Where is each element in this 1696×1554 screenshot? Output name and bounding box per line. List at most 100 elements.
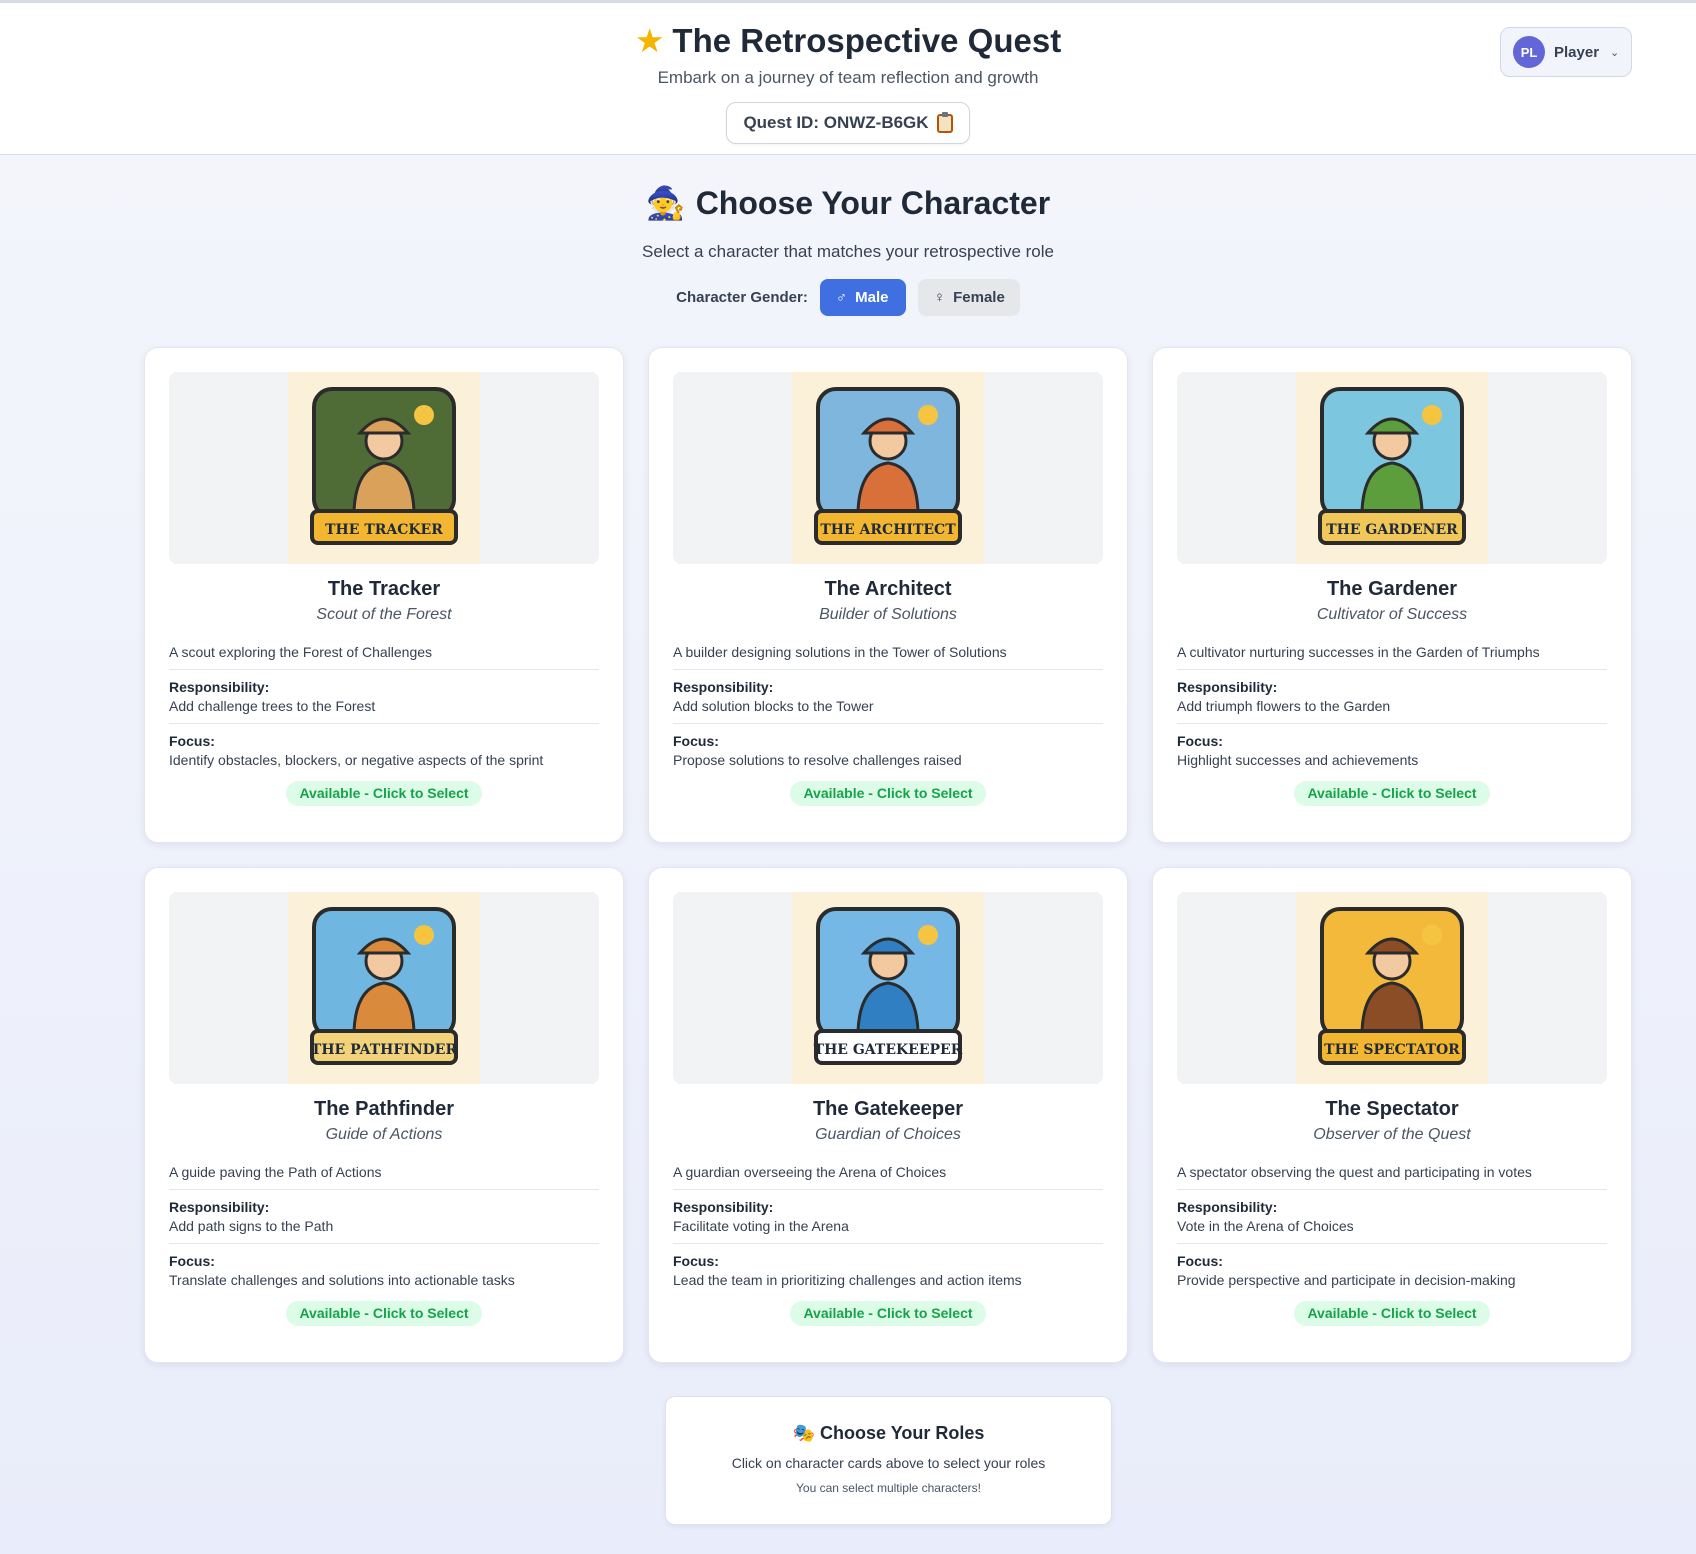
section-title: 🧙 Choose Your Character bbox=[0, 184, 1696, 222]
focus-value: Identify obstacles, blockers, or negativ… bbox=[169, 752, 544, 768]
gender-selector: Character Gender: ♂ Male ♀ Female bbox=[0, 279, 1696, 316]
section-subtitle: Select a character that matches your ret… bbox=[642, 242, 1054, 261]
roles-title: 🎭 Choose Your Roles bbox=[666, 1423, 1111, 1444]
gender-male-label: Male bbox=[855, 289, 889, 306]
focus-label: Focus: bbox=[673, 1253, 719, 1269]
character-card-architect[interactable]: THE ARCHITECT The Architect Builder of S… bbox=[648, 347, 1128, 843]
character-role: Guide of Actions bbox=[325, 1126, 443, 1143]
app-title: ★ The Retrospective Quest bbox=[0, 21, 1696, 60]
focus-label: Focus: bbox=[673, 733, 719, 749]
roles-title-text: Choose Your Roles bbox=[820, 1423, 985, 1443]
avatar: PL bbox=[1513, 36, 1545, 68]
focus-label: Focus: bbox=[169, 1253, 215, 1269]
focus-value: Provide perspective and participate in d… bbox=[1177, 1272, 1516, 1288]
character-description: A builder designing solutions in the Tow… bbox=[673, 644, 1103, 670]
status-badge[interactable]: Available - Click to Select bbox=[1294, 1301, 1490, 1326]
character-portrait: THE PATHFINDER bbox=[288, 892, 480, 1084]
responsibility-value: Add triumph flowers to the Garden bbox=[1177, 698, 1391, 714]
character-card-spectator[interactable]: THE SPECTATOR The Spectator Observer of … bbox=[1152, 867, 1632, 1363]
status-wrap: Available - Click to Select bbox=[169, 1301, 599, 1326]
character-description: A spectator observing the quest and part… bbox=[1177, 1164, 1607, 1190]
character-card-gatekeeper[interactable]: THE GATEKEEPER The Gatekeeper Guardian o… bbox=[648, 867, 1128, 1363]
female-icon: ♀ bbox=[933, 289, 946, 306]
status-badge[interactable]: Available - Click to Select bbox=[790, 1301, 986, 1326]
quest-id-button[interactable]: Quest ID: ONWZ-B6GK bbox=[726, 102, 970, 144]
gender-male-button[interactable]: ♂ Male bbox=[819, 279, 906, 316]
character-name: The Architect bbox=[824, 578, 952, 600]
status-badge[interactable]: Available - Click to Select bbox=[286, 781, 482, 806]
focus-field: Focus: Lead the team in prioritizing cha… bbox=[673, 1253, 1103, 1297]
status-wrap: Available - Click to Select bbox=[1177, 1301, 1607, 1326]
character-card-pathfinder[interactable]: THE PATHFINDER The Pathfinder Guide of A… bbox=[144, 867, 624, 1363]
character-card-gardener[interactable]: THE GARDENER The Gardener Cultivator of … bbox=[1152, 347, 1632, 843]
status-wrap: Available - Click to Select bbox=[1177, 781, 1607, 806]
architect-portrait-icon: THE ARCHITECT bbox=[814, 387, 962, 545]
roles-info-box: 🎭 Choose Your Roles Click on character c… bbox=[665, 1396, 1112, 1525]
focus-field: Focus: Provide perspective and participa… bbox=[1177, 1253, 1607, 1297]
character-portrait: THE SPECTATOR bbox=[1296, 892, 1488, 1084]
responsibility-value: Add solution blocks to the Tower bbox=[673, 698, 874, 714]
chevron-down-icon: ⌄ bbox=[1610, 46, 1620, 59]
spectator-portrait-icon: THE SPECTATOR bbox=[1318, 907, 1466, 1065]
status-wrap: Available - Click to Select bbox=[673, 781, 1103, 806]
focus-field: Focus: Highlight successes and achieveme… bbox=[1177, 733, 1607, 777]
character-description: A scout exploring the Forest of Challeng… bbox=[169, 644, 599, 670]
responsibility-label: Responsibility: bbox=[169, 1199, 270, 1215]
app-subtitle: Embark on a journey of team reflection a… bbox=[657, 68, 1039, 87]
responsibility-field: Responsibility: Add solution blocks to t… bbox=[673, 679, 1103, 724]
player-menu[interactable]: PL Player ⌄ bbox=[1500, 27, 1632, 77]
character-name: The Spectator bbox=[1325, 1098, 1459, 1120]
character-grid: THE TRACKER The Tracker Scout of the For… bbox=[144, 347, 1632, 1363]
character-name: The Pathfinder bbox=[313, 1098, 454, 1120]
character-banner-text: THE GARDENER bbox=[1326, 522, 1458, 538]
focus-value: Translate challenges and solutions into … bbox=[169, 1272, 515, 1288]
wizard-icon: 🧙 bbox=[645, 185, 686, 221]
responsibility-label: Responsibility: bbox=[1177, 1199, 1278, 1215]
clipboard-icon bbox=[936, 111, 953, 133]
character-banner-text: THE PATHFINDER bbox=[311, 1042, 458, 1058]
character-role: Guardian of Choices bbox=[815, 1126, 961, 1143]
responsibility-value: Facilitate voting in the Arena bbox=[673, 1218, 849, 1234]
character-role: Builder of Solutions bbox=[819, 606, 957, 623]
focus-value: Propose solutions to resolve challenges … bbox=[673, 752, 962, 768]
gender-label: Character Gender: bbox=[676, 289, 808, 306]
status-wrap: Available - Click to Select bbox=[169, 781, 599, 806]
character-name: The Gardener bbox=[1326, 578, 1458, 600]
responsibility-label: Responsibility: bbox=[673, 679, 774, 695]
responsibility-label: Responsibility: bbox=[1177, 679, 1278, 695]
section-title-text: Choose Your Character bbox=[695, 185, 1051, 221]
character-role: Observer of the Quest bbox=[1313, 1126, 1471, 1143]
character-role: Cultivator of Success bbox=[1316, 606, 1468, 623]
gardener-portrait-icon: THE GARDENER bbox=[1318, 387, 1466, 545]
responsibility-field: Responsibility: Add path signs to the Pa… bbox=[169, 1199, 599, 1244]
focus-field: Focus: Identify obstacles, blockers, or … bbox=[169, 733, 599, 777]
character-description: A guardian overseeing the Arena of Choic… bbox=[673, 1164, 1103, 1190]
character-description: A guide paving the Path of Actions bbox=[169, 1164, 599, 1190]
responsibility-value: Add challenge trees to the Forest bbox=[169, 698, 376, 714]
character-name: The Tracker bbox=[327, 578, 441, 600]
pathfinder-portrait-icon: THE PATHFINDER bbox=[310, 907, 458, 1065]
character-role: Scout of the Forest bbox=[316, 606, 452, 623]
character-banner-text: THE GATEKEEPER bbox=[814, 1042, 963, 1058]
character-image-frame: THE GATEKEEPER bbox=[673, 892, 1103, 1084]
character-portrait: THE TRACKER bbox=[288, 372, 480, 564]
player-name: Player bbox=[1554, 43, 1600, 61]
character-description: A cultivator nurturing successes in the … bbox=[1177, 644, 1607, 670]
character-card-tracker[interactable]: THE TRACKER The Tracker Scout of the For… bbox=[144, 347, 624, 843]
character-portrait: THE GARDENER bbox=[1296, 372, 1488, 564]
roles-hint: You can select multiple characters! bbox=[796, 1481, 981, 1495]
character-image-frame: THE ARCHITECT bbox=[673, 372, 1103, 564]
responsibility-label: Responsibility: bbox=[169, 679, 270, 695]
quest-id-text: Quest ID: ONWZ-B6GK bbox=[743, 113, 929, 132]
masks-icon: 🎭 bbox=[792, 1423, 816, 1443]
focus-value: Highlight successes and achievements bbox=[1177, 752, 1419, 768]
character-image-frame: THE TRACKER bbox=[169, 372, 599, 564]
character-portrait: THE ARCHITECT bbox=[792, 372, 984, 564]
status-badge[interactable]: Available - Click to Select bbox=[286, 1301, 482, 1326]
star-icon: ★ bbox=[634, 22, 665, 59]
gender-female-button[interactable]: ♀ Female bbox=[917, 279, 1020, 316]
gender-female-label: Female bbox=[953, 289, 1005, 306]
status-badge[interactable]: Available - Click to Select bbox=[1294, 781, 1490, 806]
character-portrait: THE GATEKEEPER bbox=[792, 892, 984, 1084]
status-badge[interactable]: Available - Click to Select bbox=[790, 781, 986, 806]
